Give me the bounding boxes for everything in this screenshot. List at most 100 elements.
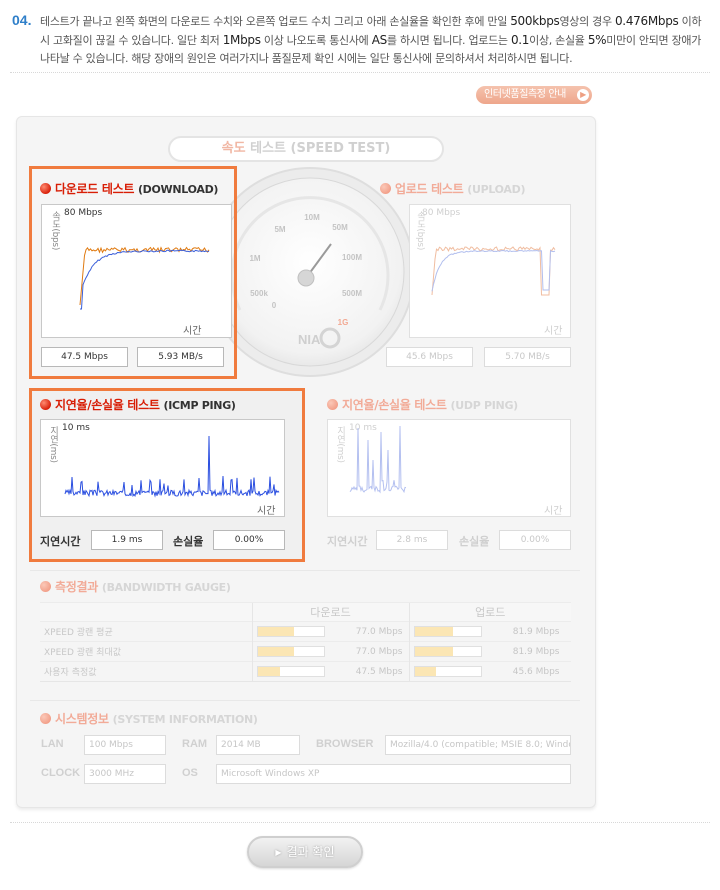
upload-line-blue	[431, 249, 556, 292]
browser-value: Mozilla/4.0 (compatible; MSIE 8.0; Windo	[385, 735, 571, 755]
upload-header: 업로드 테스트 (UPLOAD)	[380, 180, 525, 197]
upload-mbs: 5.70 MB/s	[484, 347, 571, 367]
confirm-result-button[interactable]: ▶ 결과 확인	[247, 836, 363, 868]
bandwidth-title-ko: 측정결과	[55, 580, 98, 594]
bandwidth-download-cell: 77.0 Mbps	[251, 641, 409, 662]
upload-bar-fill	[414, 647, 453, 656]
lan-value: 100 Mbps	[84, 735, 166, 755]
bullet-icon	[40, 183, 51, 194]
udp-loss-value: 0.00%	[499, 530, 571, 550]
upload-bar-value: 81.9 Mbps	[512, 627, 560, 637]
download-bar	[256, 666, 325, 677]
confirm-result-label: 결과 확인	[286, 845, 335, 859]
lan-label: LAN	[41, 738, 64, 750]
divider	[30, 570, 580, 571]
udp-line	[349, 425, 407, 494]
download-title-en: (DOWNLOAD)	[137, 183, 219, 196]
udp-delay-label: 지연시간	[327, 535, 368, 548]
clock-value: 3000 MHz	[84, 764, 166, 784]
download-header: 다운로드 테스트 (DOWNLOAD)	[40, 180, 218, 197]
upload-bar	[413, 666, 482, 677]
bandwidth-header: 측정결과 (BANDWIDTH GAUGE)	[40, 578, 231, 595]
panel-title-rest: 테스트 (SPEED TEST)	[245, 141, 391, 156]
upload-bar	[413, 646, 482, 657]
download-bar-value: 77.0 Mbps	[355, 627, 403, 637]
upload-title-ko: 업로드 테스트	[395, 182, 464, 196]
gauge-brand: NIA	[298, 332, 321, 347]
icmp-line	[64, 435, 280, 498]
separator	[10, 72, 710, 73]
bullet-icon	[40, 713, 51, 724]
bandwidth-row-label: XPEED 광랜 평균	[40, 621, 252, 642]
quality-guide-button[interactable]: 인터넷품질측정 안내 ▶	[476, 86, 592, 104]
gauge-label-50m: 50M	[332, 223, 348, 232]
udp-loss-label: 손실율	[459, 535, 490, 548]
bandwidth-table: 다운로드 업로드 XPEED 광랜 평균 77.0 Mbps 81.9 Mbps…	[40, 602, 571, 682]
download-mbps: 47.5 Mbps	[41, 347, 128, 367]
gauge-hub	[297, 269, 315, 287]
bullet-icon	[40, 581, 51, 592]
separator	[10, 822, 710, 823]
udp-title-ko: 지연율/손실율 테스트	[342, 398, 447, 412]
icmp-chart	[64, 435, 280, 498]
udp-graph: 지연(ms) 10 ms 시간	[327, 419, 571, 517]
quality-guide-label: 인터넷품질측정 안내	[484, 89, 566, 100]
udp-delay-value: 2.8 ms	[376, 530, 448, 550]
bandwidth-col-upload: 업로드	[408, 602, 571, 622]
upload-bar-fill	[414, 667, 437, 676]
gauge-label-500m: 500M	[342, 289, 362, 298]
os-value: Microsoft Windows XP	[216, 764, 571, 784]
upload-bar-value: 81.9 Mbps	[512, 647, 560, 657]
icmp-header: 지연율/손실율 테스트 (ICMP PING)	[40, 396, 236, 413]
play-icon: ▶	[275, 848, 282, 857]
download-bar	[256, 626, 325, 637]
bandwidth-col-label	[40, 602, 252, 622]
bandwidth-row-label: 사용자 측정값	[40, 661, 252, 682]
gauge-label-5m: 5M	[274, 225, 285, 234]
gauge-label-0: 0	[272, 301, 277, 310]
icmp-loss-label: 손실율	[173, 535, 204, 548]
gauge-label-500k: 500k	[250, 289, 268, 298]
bandwidth-row-label: XPEED 광랜 최대값	[40, 641, 252, 662]
icmp-delay-value: 1.9 ms	[91, 530, 163, 550]
browser-label: BROWSER	[316, 738, 374, 750]
download-bar-fill	[257, 647, 295, 656]
download-bar-value: 47.5 Mbps	[355, 667, 403, 677]
download-graph: 속도(bps) 80 Mbps 시간	[41, 204, 232, 338]
upload-chart	[431, 246, 556, 296]
bandwidth-col-download: 다운로드	[251, 602, 409, 622]
upload-graph: 속도(bps) 80 Mbps 시간	[409, 204, 571, 338]
icmp-delay-label: 지연시간	[40, 535, 81, 548]
download-bar-value: 77.0 Mbps	[355, 647, 403, 657]
bandwidth-row: 사용자 측정값 47.5 Mbps 45.6 Mbps	[40, 661, 571, 682]
icmp-title-ko: 지연율/손실율 테스트	[55, 398, 160, 412]
bullet-icon	[327, 399, 338, 410]
download-bar-fill	[257, 667, 280, 676]
bandwidth-row: XPEED 광랜 최대값 77.0 Mbps 81.9 Mbps	[40, 641, 571, 662]
panel-title-ko: 속도	[221, 141, 246, 156]
bandwidth-title-en: (BANDWIDTH GAUGE)	[101, 581, 231, 594]
icmp-loss-value: 0.00%	[213, 530, 285, 550]
bandwidth-upload-cell: 81.9 Mbps	[408, 641, 571, 662]
download-bar-fill	[257, 627, 295, 636]
system-header: 시스템정보 (SYSTEM INFORMATION)	[40, 710, 258, 727]
download-bar	[256, 646, 325, 657]
download-line-orange	[79, 246, 210, 306]
gauge-label-1m: 1M	[249, 254, 260, 263]
panel-title: 속도 테스트 (SPEED TEST)	[168, 136, 444, 162]
upload-bar-fill	[414, 627, 453, 636]
gauge-label-1g: 1G	[338, 318, 349, 327]
icmp-graph: 지연(ms) 10 ms 시간	[40, 419, 285, 517]
udp-header: 지연율/손실율 테스트 (UDP PING)	[327, 396, 518, 413]
system-title-en: (SYSTEM INFORMATION)	[112, 713, 258, 726]
download-chart	[79, 246, 210, 310]
upload-bar-value: 45.6 Mbps	[512, 667, 560, 677]
gauge-label-10m: 10M	[304, 213, 320, 222]
download-title-ko: 다운로드 테스트	[55, 182, 135, 196]
system-title-ko: 시스템정보	[55, 712, 109, 726]
download-mbs: 5.93 MB/s	[137, 347, 224, 367]
os-label: OS	[182, 767, 198, 779]
step-number: 04.	[12, 12, 32, 28]
arrow-right-icon: ▶	[577, 89, 589, 101]
upload-title-en: (UPLOAD)	[467, 183, 526, 196]
